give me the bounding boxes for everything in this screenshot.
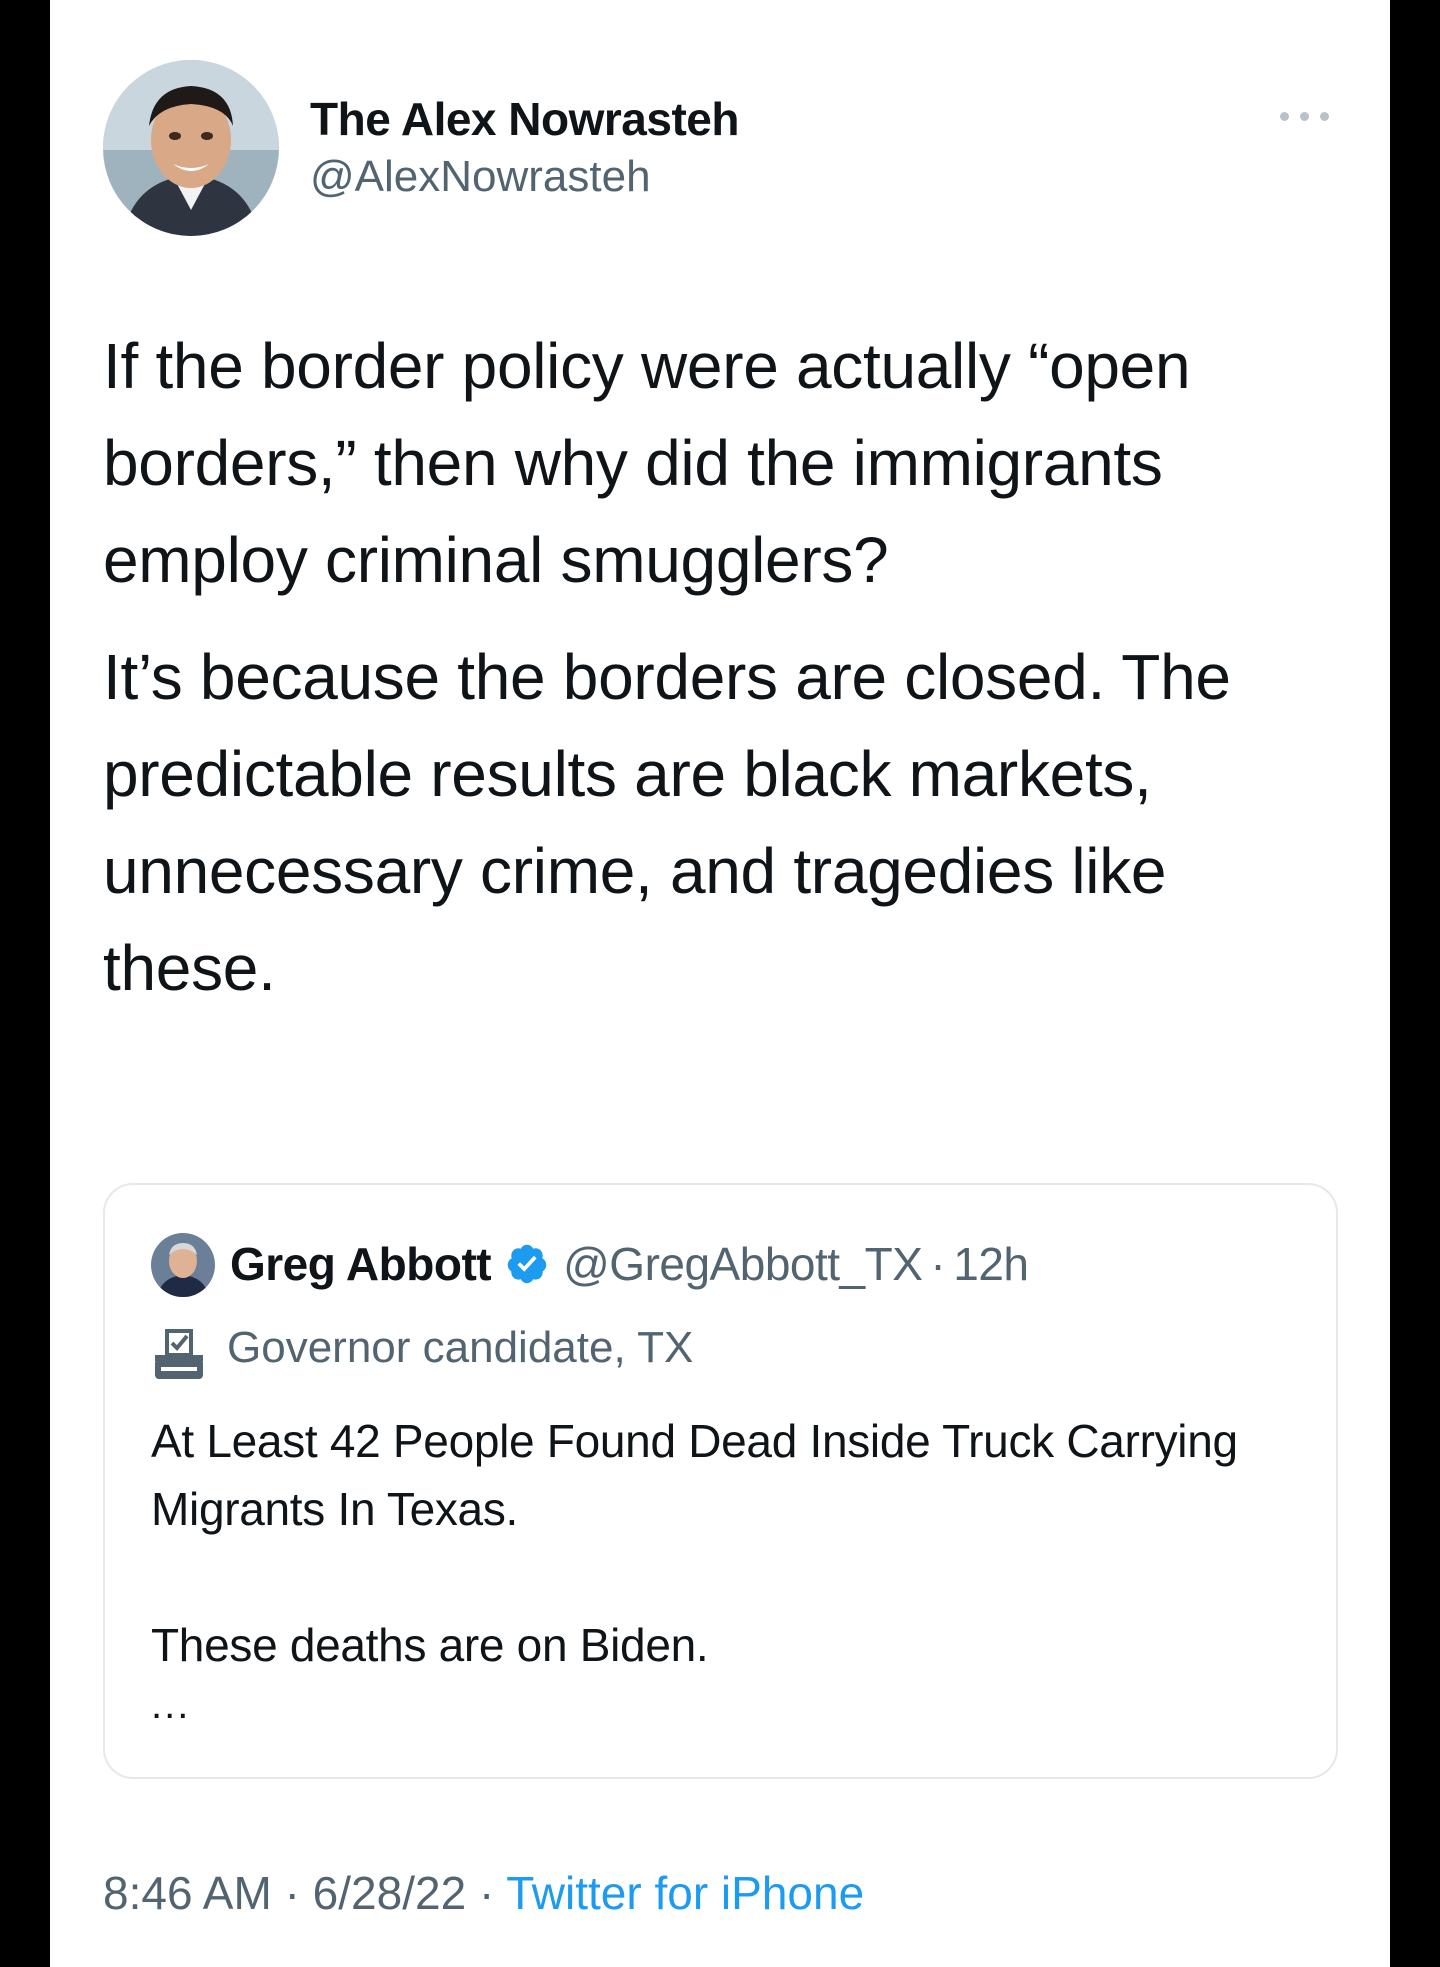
- more-dot-icon: [1320, 112, 1329, 121]
- tweet-source-link[interactable]: Twitter for iPhone: [506, 1867, 864, 1919]
- tweet-card: The Alex Nowrasteh @AlexNowrasteh If the…: [50, 0, 1390, 1967]
- quoted-author-label: Governor candidate, TX: [227, 1323, 694, 1372]
- verified-badge-icon: [507, 1244, 547, 1284]
- quoted-tweet-line: These deaths are on Biden.: [151, 1619, 709, 1671]
- quoted-author-handle[interactable]: @GregAbbott_TX: [563, 1237, 923, 1291]
- quoted-tweet-body: At Least 42 People Found Dead Inside Tru…: [151, 1407, 1301, 1679]
- quoted-tweet-truncation: ...: [151, 1683, 191, 1727]
- tweet-date[interactable]: 6/28/22: [313, 1867, 466, 1919]
- tweet-time[interactable]: 8:46 AM: [103, 1867, 272, 1919]
- author-handle[interactable]: @AlexNowrasteh: [310, 152, 651, 202]
- more-dot-icon: [1300, 112, 1309, 121]
- quoted-author-name[interactable]: Greg Abbott: [230, 1237, 492, 1291]
- header-separator: ·: [930, 1238, 946, 1290]
- quoted-author-avatar[interactable]: [151, 1233, 215, 1297]
- author-avatar[interactable]: [103, 60, 279, 236]
- quoted-tweet-age[interactable]: 12h: [953, 1237, 1029, 1291]
- meta-separator: ·: [284, 1867, 300, 1919]
- author-display-name[interactable]: The Alex Nowrasteh: [310, 92, 739, 146]
- quoted-tweet-header: Greg Abbott @GregAbbott_TX · 12h: [230, 1237, 1029, 1291]
- tweet-meta: 8:46 AM · 6/28/22 · Twitter for iPhone: [103, 1866, 864, 1920]
- tweet-body: If the border policy were actually “open…: [103, 318, 1353, 1017]
- quoted-author-photo: [151, 1233, 215, 1297]
- ballot-box-icon: [155, 1329, 203, 1379]
- quoted-tweet[interactable]: Greg Abbott @GregAbbott_TX · 12h Governo…: [103, 1183, 1338, 1779]
- more-dot-icon: [1280, 112, 1289, 121]
- quoted-tweet-line: At Least 42 People Found Dead Inside Tru…: [151, 1415, 1238, 1535]
- meta-separator: ·: [478, 1867, 495, 1919]
- tweet-paragraph: It’s because the borders are closed. The…: [103, 641, 1231, 1004]
- more-options-button[interactable]: [1270, 100, 1340, 130]
- author-photo: [103, 60, 279, 236]
- tweet-paragraph: If the border policy were actually “open…: [103, 330, 1191, 596]
